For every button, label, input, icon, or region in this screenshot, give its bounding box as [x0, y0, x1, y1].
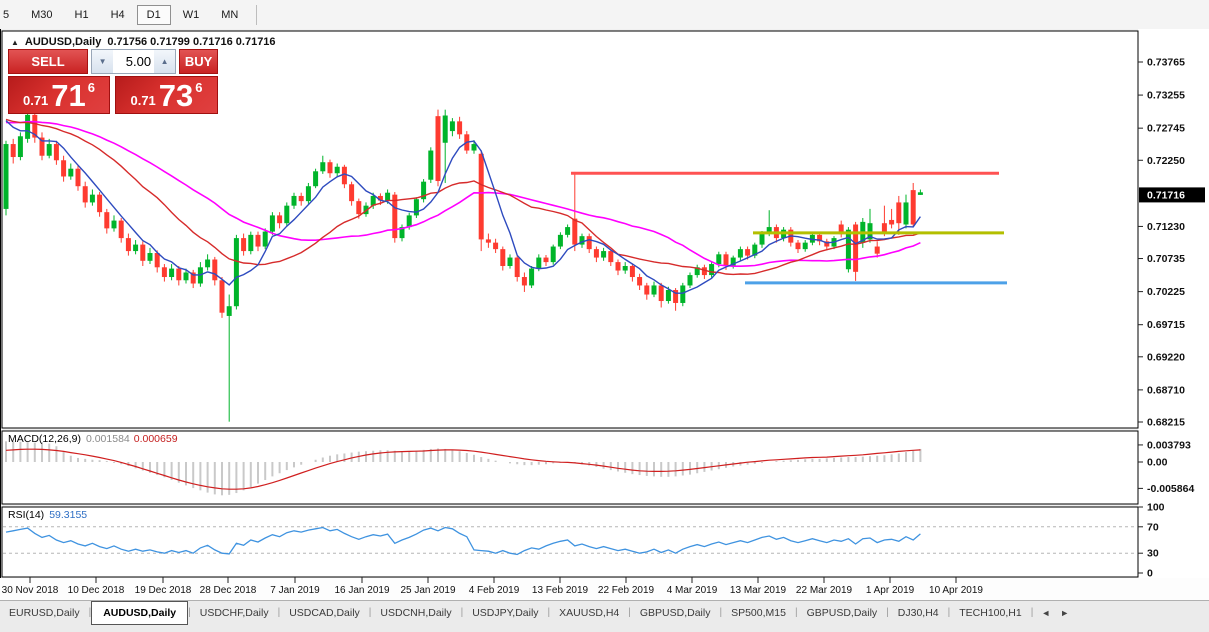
svg-text:0.68215: 0.68215	[1147, 416, 1185, 428]
svg-text:7 Jan 2019: 7 Jan 2019	[270, 585, 320, 596]
svg-text:30 Nov 2018: 30 Nov 2018	[2, 585, 59, 596]
svg-text:22 Mar 2019: 22 Mar 2019	[796, 585, 853, 596]
svg-text:13 Feb 2019: 13 Feb 2019	[532, 585, 589, 596]
svg-text:70: 70	[1147, 521, 1159, 533]
rsi-indicator-label: RSI(14) 59.3155	[8, 509, 87, 521]
tab-scroll-right-icon[interactable]: ►	[1060, 608, 1069, 618]
chart-tab-usdcnh-daily[interactable]: USDCNH,Daily	[371, 601, 460, 625]
chart-tab-gbpusd-daily[interactable]: GBPUSD,Daily	[631, 601, 720, 625]
chart-tab-eurusd-daily[interactable]: EURUSD,Daily	[0, 601, 89, 625]
svg-text:19 Dec 2018: 19 Dec 2018	[135, 585, 192, 596]
svg-text:16 Jan 2019: 16 Jan 2019	[334, 585, 389, 596]
rsi-name: RSI(14)	[8, 509, 45, 521]
chart-tab-dj30-h4[interactable]: DJ30,H4	[889, 601, 948, 625]
svg-text:22 Feb 2019: 22 Feb 2019	[598, 585, 655, 596]
sell-button[interactable]: SELL	[8, 49, 89, 74]
svg-text:30: 30	[1147, 548, 1159, 560]
svg-text:0.71716: 0.71716	[1147, 189, 1185, 201]
svg-text:0.69220: 0.69220	[1147, 351, 1185, 363]
symbol-ohlc: 0.71756 0.71799 0.71716 0.71716	[107, 36, 276, 48]
svg-text:0.003793: 0.003793	[1147, 439, 1191, 451]
sell-price-panel[interactable]: 0.71 71 6	[8, 76, 110, 114]
chart-tab-gbpusd-daily[interactable]: GBPUSD,Daily	[798, 601, 887, 625]
chart-tab-tech100-h1[interactable]: TECH100,H1	[950, 601, 1030, 625]
svg-text:10 Dec 2018: 10 Dec 2018	[68, 585, 125, 596]
svg-text:4 Mar 2019: 4 Mar 2019	[667, 585, 718, 596]
svg-text:0.69715: 0.69715	[1147, 319, 1185, 331]
sell-price-sup: 6	[87, 80, 96, 95]
one-click-trading-widget: SELL ▼ ▲ BUY 0.71 71 6 0.71 73 6	[8, 49, 218, 114]
symbol-title: ▲ AUDUSD,Daily 0.71756 0.71799 0.71716 0…	[11, 36, 276, 48]
macd-indicator-label: MACD(12,26,9) 0.001584 0.000659	[8, 433, 178, 445]
buy-price-prefix: 0.71	[130, 93, 156, 108]
sell-price-big: 71	[51, 78, 86, 113]
macd-name: MACD(12,26,9)	[8, 433, 81, 445]
tab-scroll-left-icon[interactable]: ◄	[1041, 608, 1050, 618]
macd-signal-value: 0.000659	[133, 433, 178, 445]
svg-text:25 Jan 2019: 25 Jan 2019	[400, 585, 455, 596]
chart-tab-xauusd-h4[interactable]: XAUUSD,H4	[550, 601, 628, 625]
svg-text:0: 0	[1147, 568, 1153, 580]
macd-value: 0.001584	[85, 433, 130, 445]
buy-price-big: 73	[158, 78, 194, 113]
chart-tab-usdchf-daily[interactable]: USDCHF,Daily	[191, 601, 278, 625]
svg-text:13 Mar 2019: 13 Mar 2019	[730, 585, 787, 596]
svg-text:0.70735: 0.70735	[1147, 253, 1185, 265]
svg-text:0.73765: 0.73765	[1147, 57, 1185, 69]
chart-tab-usdcad-daily[interactable]: USDCAD,Daily	[280, 601, 369, 625]
volume-spinner: ▼ ▲	[91, 49, 177, 74]
svg-text:28 Dec 2018: 28 Dec 2018	[200, 585, 257, 596]
svg-text:0.71230: 0.71230	[1147, 221, 1185, 233]
sell-price-prefix: 0.71	[22, 93, 49, 108]
svg-text:0.00: 0.00	[1147, 457, 1168, 469]
mt4-window: 5 M30 H1 H4 D1 W1 MN 0.73765 0.73255 0.72745 0.72…	[0, 0, 1209, 632]
symbol-tab-bar: EURUSD,Daily | AUDUSD,Daily | USDCHF,Daily | U…	[0, 600, 1209, 632]
rsi-value: 59.3155	[49, 509, 88, 521]
svg-text:0.70225: 0.70225	[1147, 286, 1185, 298]
symbol-name: AUDUSD,Daily	[24, 36, 102, 48]
svg-text:0.68710: 0.68710	[1147, 384, 1185, 396]
buy-button[interactable]: BUY	[179, 49, 218, 74]
svg-text:4 Feb 2019: 4 Feb 2019	[469, 585, 520, 596]
price-axis-column[interactable]	[1138, 29, 1209, 578]
svg-text:100: 100	[1147, 502, 1165, 514]
chart-tab-sp500-m15[interactable]: SP500,M15	[722, 601, 795, 625]
svg-text:10 Apr 2019: 10 Apr 2019	[929, 585, 983, 596]
buy-price-panel[interactable]: 0.71 73 6	[115, 76, 218, 114]
chart-tab-usdjpy-daily[interactable]: USDJPY,Daily	[463, 601, 547, 625]
svg-text:1 Apr 2019: 1 Apr 2019	[866, 585, 915, 596]
buy-price-sup: 6	[195, 80, 203, 95]
tab-divider: |	[1030, 607, 1034, 618]
svg-text:0.72745: 0.72745	[1147, 123, 1185, 135]
svg-text:0.73255: 0.73255	[1147, 90, 1185, 102]
svg-text:0.72250: 0.72250	[1147, 155, 1185, 167]
current-price-tag: 0.71716	[1139, 187, 1205, 203]
volume-increase-button[interactable]: ▲	[154, 50, 176, 73]
volume-decrease-button[interactable]: ▼	[92, 50, 114, 73]
chart-tab-audusd-daily[interactable]: AUDUSD,Daily	[91, 601, 189, 625]
collapse-triangle-icon[interactable]: ▲	[11, 38, 19, 47]
volume-input[interactable]	[113, 50, 155, 73]
svg-text:-0.005864: -0.005864	[1147, 483, 1194, 495]
